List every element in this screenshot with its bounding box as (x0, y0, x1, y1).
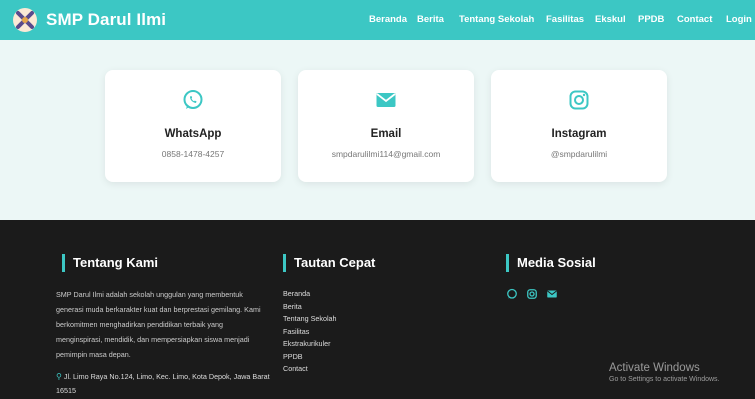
envelope-icon[interactable] (546, 288, 558, 300)
whatsapp-title: WhatsApp (164, 128, 222, 140)
nav-login[interactable]: Login (726, 14, 752, 25)
footer: Tentang Kami SMP Darul Ilmi adalah sekol… (0, 220, 755, 399)
nav-tentang-sekolah[interactable]: Tentang Sekolah (459, 14, 534, 25)
navbar: SMP Darul Ilmi Beranda Berita Tentang Se… (0, 0, 755, 40)
social-icons (506, 288, 558, 300)
contact-section: WhatsApp 0858-1478-4257 Email smpdarulil… (0, 40, 755, 220)
social-heading: Media Sosial (506, 254, 596, 272)
instagram-handle: @smpdarulilmi (550, 149, 608, 159)
footer-link-ppdb[interactable]: PPDB (283, 351, 337, 364)
instagram-card[interactable]: Instagram @smpdarulilmi (491, 70, 667, 182)
address: ⚲ Jl. Limo Raya No.124, Limo, Kec. Limo,… (56, 370, 271, 398)
footer-link-ekstrakurikuler[interactable]: Ekstrakurikuler (283, 338, 337, 351)
nav-berita[interactable]: Berita (417, 14, 444, 25)
instagram-title: Instagram (551, 128, 607, 140)
nav-ppdb[interactable]: PPDB (638, 14, 664, 25)
footer-link-tentang-sekolah[interactable]: Tentang Sekolah (283, 313, 337, 326)
quick-links-list: Beranda Berita Tentang Sekolah Fasilitas… (283, 288, 337, 376)
nav-ekskul[interactable]: Ekskul (595, 14, 626, 25)
envelope-icon (298, 88, 474, 112)
email-title: Email (370, 128, 402, 140)
links-heading: Tautan Cepat (283, 254, 375, 272)
footer-link-contact[interactable]: Contact (283, 363, 337, 376)
whatsapp-icon (105, 88, 281, 112)
instagram-icon (491, 88, 667, 112)
whatsapp-icon[interactable] (506, 288, 518, 300)
nav-beranda[interactable]: Beranda (369, 14, 407, 25)
footer-link-fasilitas[interactable]: Fasilitas (283, 326, 337, 339)
email-address: smpdarulilmi114@gmail.com (331, 149, 441, 159)
whatsapp-card[interactable]: WhatsApp 0858-1478-4257 (105, 70, 281, 182)
about-heading: Tentang Kami (62, 254, 158, 272)
map-pin-icon: ⚲ (56, 372, 62, 381)
email-card[interactable]: Email smpdarulilmi114@gmail.com (298, 70, 474, 182)
instagram-icon[interactable] (526, 288, 538, 300)
nav-contact[interactable]: Contact (677, 14, 712, 25)
watermark-title: Activate Windows (609, 362, 700, 374)
footer-link-beranda[interactable]: Beranda (283, 288, 337, 301)
watermark-subtitle: Go to Settings to activate Windows. (609, 376, 720, 383)
windows-activation-watermark: Activate Windows Go to Settings to activ… (609, 362, 720, 383)
whatsapp-number: 0858-1478-4257 (161, 149, 225, 159)
footer-link-berita[interactable]: Berita (283, 301, 337, 314)
about-text: SMP Darul Ilmi adalah sekolah unggulan y… (56, 290, 261, 359)
address-text: Jl. Limo Raya No.124, Limo, Kec. Limo, K… (56, 372, 270, 395)
nav-fasilitas[interactable]: Fasilitas (546, 14, 584, 25)
nav-links: Beranda Berita Tentang Sekolah Fasilitas… (0, 0, 755, 40)
